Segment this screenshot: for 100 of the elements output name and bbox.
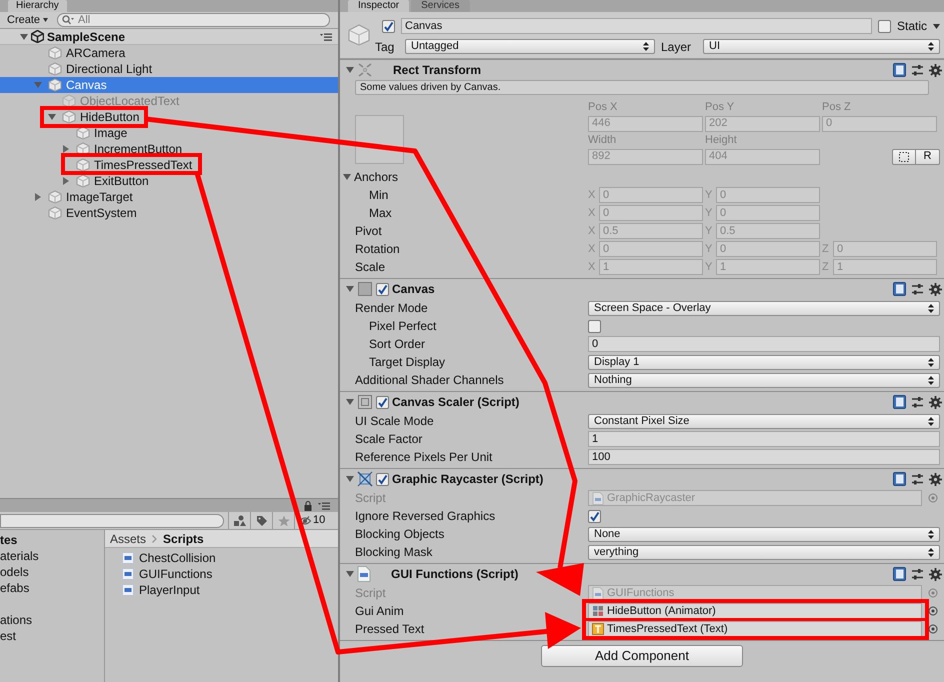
search-icon (62, 15, 74, 25)
breadcrumb-link[interactable]: Scripts (163, 530, 204, 548)
static-dropdown[interactable]: Static (896, 17, 940, 35)
field-caption: Pos Y (705, 100, 736, 114)
create-button[interactable]: Create (4, 12, 52, 28)
add-component-button[interactable]: Add Component (541, 645, 743, 667)
hierarchy-item[interactable]: TimesPressedText (0, 157, 338, 173)
field-caption: Pos X (588, 100, 618, 114)
checkbox[interactable] (878, 20, 891, 32)
hierarchy-item[interactable]: ARCamera (0, 45, 338, 61)
checkbox[interactable] (376, 472, 389, 486)
search-field[interactable]: All (57, 13, 330, 27)
foldout-arrow-icon[interactable] (62, 177, 70, 185)
dropdown[interactable]: Screen Space - Overlay (588, 300, 940, 316)
gear-icon[interactable] (929, 64, 942, 76)
hierarchy-item[interactable]: Image (0, 125, 338, 141)
updown-arrows-icon (928, 358, 934, 366)
checkbox[interactable] (382, 20, 395, 32)
field-label: Target Display (369, 354, 446, 371)
field-caption: Height (705, 132, 738, 148)
file-item[interactable]: ChestCollision (122, 550, 338, 566)
dropdown[interactable]: Constant Pixel Size (588, 414, 940, 428)
dropdown[interactable]: verything (588, 544, 940, 560)
hierarchy-item[interactable]: EventSystem (0, 205, 338, 221)
text-field[interactable]: 100 (588, 449, 940, 465)
hierarchy-item[interactable]: IncrementButton (0, 141, 338, 157)
component-title: Canvas Scaler (Script) (392, 394, 520, 411)
hierarchy-item[interactable]: ImageTarget (0, 189, 338, 205)
hierarchy-item[interactable]: Canvas (0, 77, 338, 93)
hierarchy-item[interactable]: Directional Light (0, 61, 338, 77)
search-field[interactable] (0, 514, 224, 528)
gear-icon[interactable] (929, 396, 942, 408)
axis-label: X (588, 188, 596, 203)
foldout-arrow-icon[interactable] (346, 570, 354, 578)
section-label[interactable]: Anchors (354, 168, 398, 186)
hidden-packages-button[interactable]: 10 (294, 512, 328, 529)
foldout-arrow-icon[interactable] (346, 66, 354, 74)
hierarchy-item[interactable]: ExitButton (0, 173, 338, 189)
check-icon (377, 474, 388, 484)
axis-label: X (588, 206, 596, 221)
breadcrumb-link[interactable]: Assets (110, 530, 146, 548)
object-field[interactable]: HideButton (Animator) (588, 603, 922, 619)
dropdown[interactable]: None (588, 526, 940, 542)
cube-icon (48, 46, 62, 60)
field-label: Additional Shader Channels (355, 372, 505, 389)
foldout-arrow-icon[interactable] (346, 475, 354, 483)
hierarchy-item[interactable]: HideButton (0, 109, 338, 125)
foldout-arrow-icon[interactable] (34, 193, 42, 201)
file-item[interactable]: PlayerInput (122, 582, 338, 598)
name-field[interactable]: Canvas (401, 18, 872, 34)
panel-tab[interactable]: Inspector (348, 0, 410, 12)
scene-header[interactable]: SampleScene (0, 29, 338, 45)
gear-icon[interactable] (929, 472, 942, 486)
preset-sliders-icon[interactable] (911, 396, 924, 408)
component-title: Graphic Raycaster (Script) (392, 471, 544, 488)
checkbox[interactable] (376, 396, 389, 408)
lock-icon[interactable] (304, 500, 312, 510)
field-label: Ignore Reversed Graphics (355, 508, 496, 525)
folder-item[interactable]: ations (0, 612, 104, 628)
object-field[interactable]: TimesPressedText (Text) (588, 621, 922, 637)
preset-sliders-icon[interactable] (911, 282, 924, 296)
foldout-arrow-icon[interactable] (48, 113, 56, 121)
folder-item[interactable]: odels (0, 564, 104, 580)
dropdown[interactable]: Display 1 (588, 354, 940, 370)
dropdown[interactable]: Untagged (405, 39, 655, 54)
dropdown[interactable]: UI (703, 39, 940, 54)
checkbox[interactable] (588, 320, 601, 332)
panel-tab[interactable]: Services (411, 0, 470, 12)
preset-sliders-icon[interactable] (911, 568, 924, 580)
folder-item[interactable]: est (0, 628, 104, 644)
preset-sliders-icon[interactable] (911, 472, 924, 486)
foldout-arrow-icon[interactable] (343, 173, 351, 181)
file-item[interactable]: GUIFunctions (122, 566, 338, 582)
text-field[interactable]: 0 (588, 336, 940, 352)
foldout-arrow-icon[interactable] (20, 32, 28, 40)
menu-icon[interactable] (320, 32, 332, 40)
gear-icon[interactable] (929, 282, 942, 296)
updown-arrows-icon (928, 42, 934, 51)
blueprint-mode-button[interactable] (892, 148, 916, 164)
cube-icon (48, 78, 62, 92)
folder-item[interactable]: aterials (0, 548, 104, 564)
preset-sliders-icon[interactable] (911, 64, 924, 76)
foldout-arrow-icon[interactable] (346, 285, 354, 293)
checkbox[interactable] (376, 282, 389, 296)
dropdown[interactable]: Nothing (588, 372, 940, 388)
folder-item[interactable]: efabs (0, 580, 104, 596)
field-label: Blocking Objects (355, 526, 446, 543)
check-icon (377, 284, 388, 294)
field-label: Pixel Perfect (369, 318, 438, 335)
text-field[interactable]: 1 (588, 431, 940, 447)
checkbox[interactable] (588, 510, 601, 522)
gear-icon[interactable] (929, 568, 942, 580)
foldout-arrow-icon[interactable] (346, 398, 354, 406)
panel-tab[interactable]: Hierarchy (8, 0, 67, 12)
foldout-arrow-icon[interactable] (62, 145, 70, 153)
star-icon (278, 514, 290, 526)
menu-icon[interactable] (318, 502, 330, 510)
axis-label: Z (822, 242, 830, 257)
field-label: Sort Order (369, 336, 426, 353)
cube-icon (48, 62, 62, 76)
